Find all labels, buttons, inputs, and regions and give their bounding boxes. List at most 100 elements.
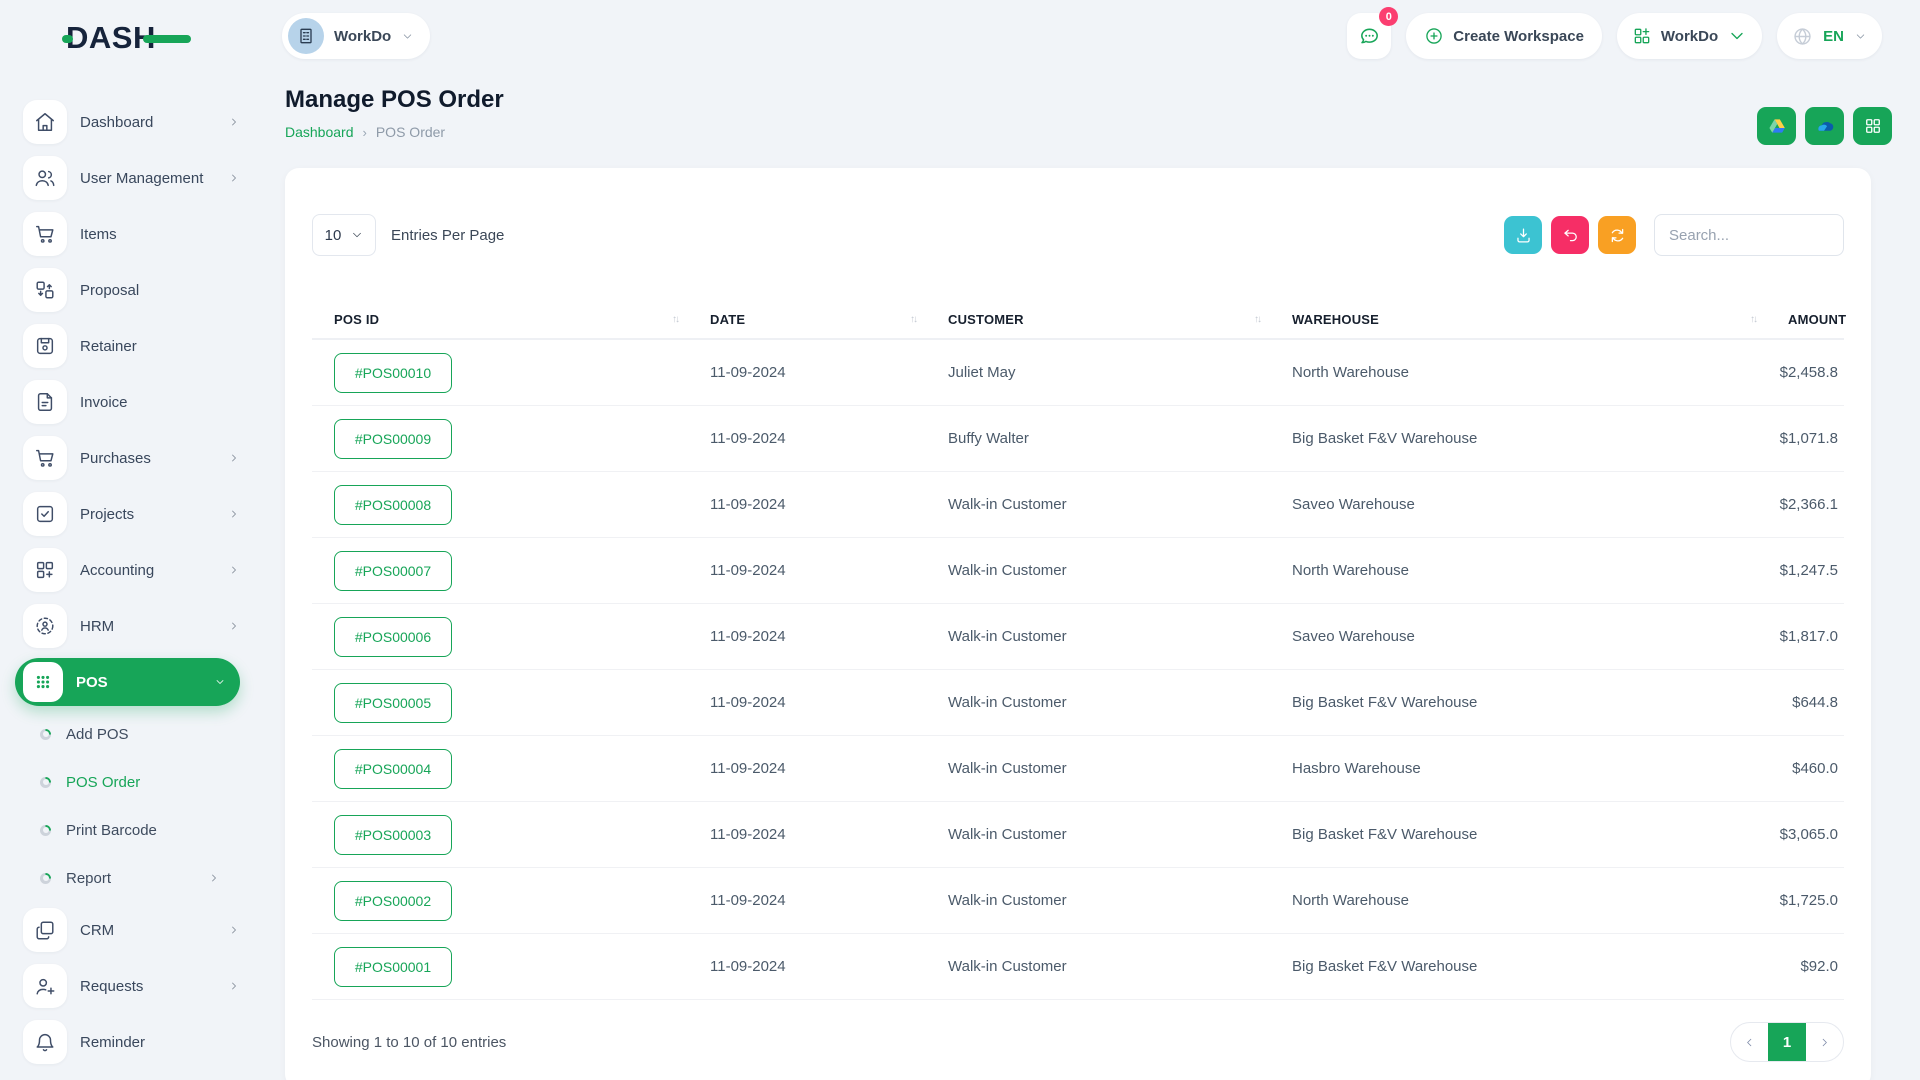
reset-button[interactable] xyxy=(1551,216,1589,254)
bullet-icon xyxy=(40,873,51,884)
sidebar-item-hrm[interactable]: HRM xyxy=(0,598,258,654)
sidebar-item-label: Report xyxy=(66,870,208,887)
sidebar-item-print-barcode[interactable]: Print Barcode xyxy=(0,806,258,854)
column-label: CUSTOMER xyxy=(948,312,1024,327)
page-title: Manage POS Order xyxy=(285,86,504,114)
column-header-customer[interactable]: CUSTOMER↑↓ xyxy=(928,312,1272,327)
column-header-amount[interactable]: AMOUNT xyxy=(1768,312,1852,327)
sidebar-item-requests[interactable]: Requests xyxy=(0,958,258,1014)
sidebar-item-invoice[interactable]: Invoice xyxy=(0,374,258,430)
sidebar-item-report[interactable]: Report xyxy=(0,854,258,902)
sidebar-item-accounting[interactable]: Accounting xyxy=(0,542,258,598)
column-header-date[interactable]: DATE↑↓ xyxy=(690,312,928,327)
table-row: #POS0000711-09-2024Walk-in CustomerNorth… xyxy=(312,538,1844,604)
table-row: #POS0000811-09-2024Walk-in CustomerSaveo… xyxy=(312,472,1844,538)
sidebar-item-label: CRM xyxy=(80,922,228,939)
users-icon xyxy=(23,156,67,200)
chevron-right-icon xyxy=(228,924,240,936)
company-menu-button[interactable]: WorkDo xyxy=(1617,13,1762,59)
bullet-icon xyxy=(40,825,51,836)
sidebar-item-dashboard[interactable]: Dashboard xyxy=(0,94,258,150)
create-workspace-label: Create Workspace xyxy=(1453,28,1584,45)
chevron-right-icon xyxy=(228,980,240,992)
onedrive-button[interactable] xyxy=(1805,107,1844,145)
column-label: WAREHOUSE xyxy=(1292,312,1379,327)
google-drive-button[interactable] xyxy=(1757,107,1796,145)
create-workspace-button[interactable]: Create Workspace xyxy=(1406,13,1602,59)
pos-id-badge[interactable]: #POS00001 xyxy=(334,947,452,987)
pos-id-badge[interactable]: #POS00004 xyxy=(334,749,452,789)
cell-customer: Walk-in Customer xyxy=(928,496,1272,513)
sidebar-item-purchases[interactable]: Purchases xyxy=(0,430,258,486)
sidebar-item-label: Invoice xyxy=(80,394,240,411)
pos-id-badge[interactable]: #POS00003 xyxy=(334,815,452,855)
column-header-warehouse[interactable]: WAREHOUSE↑↓ xyxy=(1272,312,1768,327)
refresh-button[interactable] xyxy=(1598,216,1636,254)
pos-id-badge[interactable]: #POS00005 xyxy=(334,683,452,723)
pos-id-badge[interactable]: #POS00002 xyxy=(334,881,452,921)
entries-per-page-select[interactable]: 10 xyxy=(312,214,376,256)
chevron-down-icon xyxy=(351,229,363,241)
cell-customer: Walk-in Customer xyxy=(928,958,1272,975)
table-row: #POS0001011-09-2024Juliet MayNorth Wareh… xyxy=(312,340,1844,406)
sidebar-item-label: Retainer xyxy=(80,338,240,355)
logo-dash-accent xyxy=(62,35,73,43)
sidebar-item-pos-order[interactable]: POS Order xyxy=(0,758,258,806)
sidebar-item-crm[interactable]: CRM xyxy=(0,902,258,958)
messages-button[interactable]: 0 xyxy=(1347,13,1391,59)
logo-bar-accent xyxy=(143,35,191,43)
export-button[interactable] xyxy=(1504,216,1542,254)
sidebar-item-label: Dashboard xyxy=(80,114,228,131)
cell-amount: $1,725.0 xyxy=(1768,892,1844,909)
sidebar-nav: Dashboard User ManagementItems Proposal Ret… xyxy=(0,72,258,1080)
chevron-down-icon xyxy=(1854,30,1867,43)
table-header-row: POS ID↑↓DATE↑↓CUSTOMER↑↓WAREHOUSE↑↓AMOUN… xyxy=(312,300,1844,340)
pos-id-badge[interactable]: #POS00009 xyxy=(334,419,452,459)
grid-view-button[interactable] xyxy=(1853,107,1892,145)
cell-amount: $92.0 xyxy=(1768,958,1844,975)
cell-date: 11-09-2024 xyxy=(690,430,928,447)
brand-logo[interactable]: DASH xyxy=(66,18,196,58)
chevron-right-icon xyxy=(228,452,240,464)
language-selector[interactable]: EN xyxy=(1777,13,1882,59)
sidebar-item-label: Proposal xyxy=(80,282,240,299)
sidebar-item-add-pos[interactable]: Add POS xyxy=(0,710,258,758)
pagination-page-1[interactable]: 1 xyxy=(1768,1023,1806,1061)
sidebar-item-user-management[interactable]: User Management xyxy=(0,150,258,206)
table-body: #POS0001011-09-2024Juliet MayNorth Wareh… xyxy=(312,340,1844,1000)
cell-date: 11-09-2024 xyxy=(690,892,928,909)
search-input[interactable] xyxy=(1654,214,1844,256)
chevron-right-icon xyxy=(228,620,240,632)
sidebar-item-pos[interactable]: POS xyxy=(15,658,240,706)
pagination-prev-button[interactable] xyxy=(1731,1023,1768,1061)
pagination-next-button[interactable] xyxy=(1806,1023,1843,1061)
cell-warehouse: Big Basket F&V Warehouse xyxy=(1272,958,1768,975)
table-footer: Showing 1 to 10 of 10 entries 1 xyxy=(312,1022,1844,1062)
pos-id-badge[interactable]: #POS00010 xyxy=(334,353,452,393)
column-header-pos-id[interactable]: POS ID↑↓ xyxy=(312,312,690,327)
breadcrumb-current: POS Order xyxy=(376,124,445,140)
cell-pos-id: #POS00009 xyxy=(312,419,690,459)
cell-pos-id: #POS00002 xyxy=(312,881,690,921)
building-icon xyxy=(296,26,316,46)
cell-amount: $460.0 xyxy=(1768,760,1844,777)
bullet-icon xyxy=(40,777,51,788)
sidebar-item-proposal[interactable]: Proposal xyxy=(0,262,258,318)
crm-icon xyxy=(23,908,67,952)
pos-id-badge[interactable]: #POS00008 xyxy=(334,485,452,525)
workspace-switcher[interactable]: WorkDo xyxy=(282,13,430,59)
pos-id-badge[interactable]: #POS00007 xyxy=(334,551,452,591)
sidebar-item-retainer[interactable]: Retainer xyxy=(0,318,258,374)
hrm-icon xyxy=(23,604,67,648)
sidebar-item-reminder[interactable]: Reminder xyxy=(0,1014,258,1070)
integration-buttons xyxy=(1757,107,1892,145)
breadcrumb-dashboard-link[interactable]: Dashboard xyxy=(285,124,354,140)
pos-id-badge[interactable]: #POS00006 xyxy=(334,617,452,657)
table-row: #POS0000611-09-2024Walk-in CustomerSaveo… xyxy=(312,604,1844,670)
cell-date: 11-09-2024 xyxy=(690,628,928,645)
sidebar-item-items[interactable]: Items xyxy=(0,206,258,262)
sort-icon: ↑↓ xyxy=(672,314,678,325)
sidebar-item-projects[interactable]: Projects xyxy=(0,486,258,542)
google-drive-icon xyxy=(1767,116,1787,136)
reminder-icon xyxy=(23,1020,67,1064)
